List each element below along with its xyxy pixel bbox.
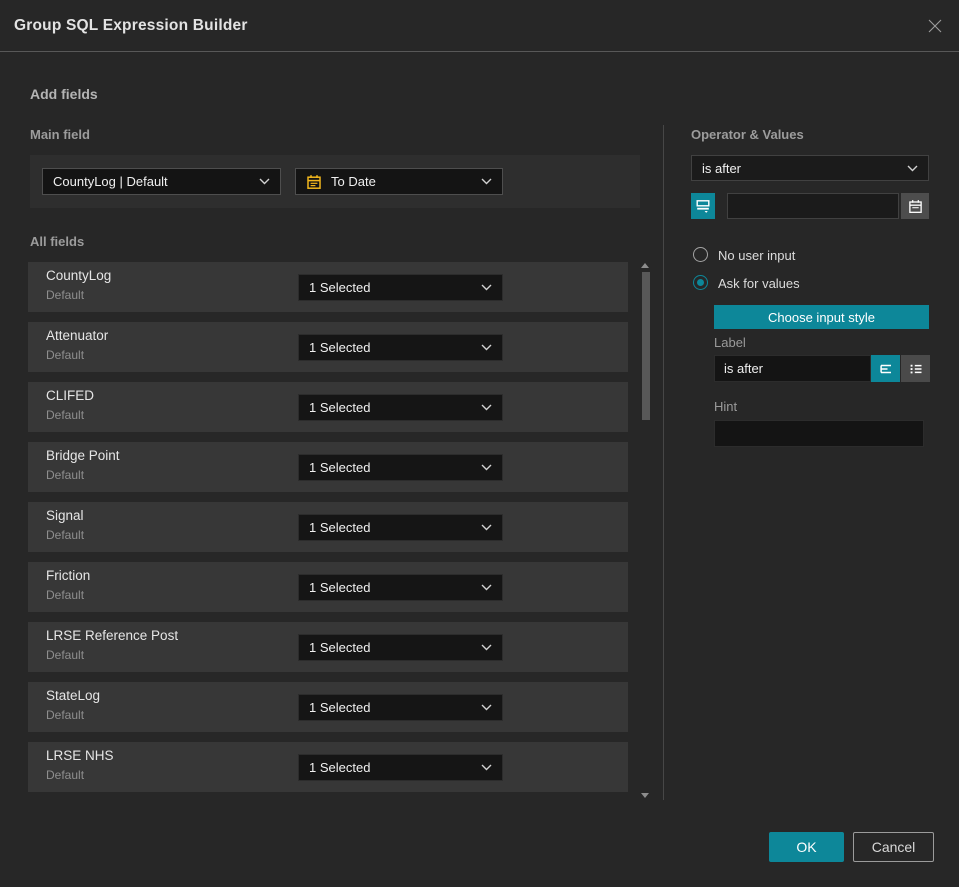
main-field-heading: Main field xyxy=(30,127,90,142)
date-field-select[interactable]: To Date xyxy=(295,168,503,195)
field-subtitle: Default xyxy=(46,288,85,302)
field-row: Attenuator Default 1 Selected xyxy=(28,322,628,372)
field-selected-value: 1 Selected xyxy=(309,460,371,475)
field-selected-select[interactable]: 1 Selected xyxy=(298,754,503,781)
dialog-title: Group SQL Expression Builder xyxy=(14,16,248,34)
field-name: LRSE NHS xyxy=(46,748,114,763)
field-name: LRSE Reference Post xyxy=(46,628,179,643)
calendar-icon xyxy=(908,199,922,213)
chevron-down-icon xyxy=(907,165,918,171)
field-subtitle: Default xyxy=(46,348,85,362)
ask-for-values-label[interactable]: Ask for values xyxy=(718,276,800,291)
field-selected-select[interactable]: 1 Selected xyxy=(298,274,503,301)
no-user-input-label[interactable]: No user input xyxy=(718,248,795,263)
main-field-panel: CountyLog | Default To Date xyxy=(30,155,640,208)
field-row: Signal Default 1 Selected xyxy=(28,502,628,552)
field-name: StateLog xyxy=(46,688,101,703)
field-name: Bridge Point xyxy=(46,448,120,463)
operator-select[interactable]: is after xyxy=(691,155,929,181)
chevron-down-icon xyxy=(481,404,492,411)
field-selected-value: 1 Selected xyxy=(309,760,371,775)
chevron-down-icon xyxy=(481,344,492,351)
scrollbar-thumb[interactable] xyxy=(642,272,650,420)
list-style-button[interactable] xyxy=(901,355,930,382)
chevron-down-icon xyxy=(481,704,492,711)
field-selected-select[interactable]: 1 Selected xyxy=(298,574,503,601)
add-fields-heading: Add fields xyxy=(30,86,98,102)
field-subtitle: Default xyxy=(46,468,85,482)
field-name: Signal xyxy=(46,508,84,523)
field-subtitle: Default xyxy=(46,588,85,602)
field-selected-value: 1 Selected xyxy=(309,400,371,415)
main-field-select-value: CountyLog | Default xyxy=(53,174,168,189)
chevron-down-icon xyxy=(481,584,492,591)
field-row: Bridge Point Default 1 Selected xyxy=(28,442,628,492)
scrollbar-up-arrow[interactable] xyxy=(641,263,649,268)
chevron-down-icon xyxy=(259,178,270,185)
field-selected-value: 1 Selected xyxy=(309,520,371,535)
hint-input[interactable] xyxy=(714,420,924,447)
chevron-down-icon xyxy=(481,764,492,771)
chevron-down-icon xyxy=(481,464,492,471)
field-selected-value: 1 Selected xyxy=(309,340,371,355)
field-selected-value: 1 Selected xyxy=(309,580,371,595)
close-icon xyxy=(928,19,942,33)
field-name: Friction xyxy=(46,568,91,583)
field-name: CountyLog xyxy=(46,268,112,283)
hint-heading: Hint xyxy=(714,399,738,414)
choose-input-style-button[interactable]: Choose input style xyxy=(714,305,929,329)
field-selected-value: 1 Selected xyxy=(309,640,371,655)
align-left-icon xyxy=(879,364,891,373)
field-selected-select[interactable]: 1 Selected xyxy=(298,694,503,721)
chevron-down-icon xyxy=(481,284,492,291)
all-fields-heading: All fields xyxy=(30,234,85,249)
date-field-select-value: To Date xyxy=(331,174,376,189)
panel-divider xyxy=(663,125,664,800)
group-sql-expression-builder-dialog: Group SQL Expression Builder Add fields … xyxy=(0,0,959,887)
unique-values-button[interactable] xyxy=(691,193,715,219)
field-subtitle: Default xyxy=(46,648,85,662)
operator-select-value: is after xyxy=(702,160,742,176)
field-selected-select[interactable]: 1 Selected xyxy=(298,514,503,541)
all-fields-list: CountyLog Default 1 Selected Attenuator … xyxy=(28,262,628,802)
field-row: LRSE Reference Post Default 1 Selected xyxy=(28,622,628,672)
value-input[interactable] xyxy=(727,193,899,219)
field-row: CountyLog Default 1 Selected xyxy=(28,262,628,312)
titlebar: Group SQL Expression Builder xyxy=(0,0,959,52)
ok-button[interactable]: OK xyxy=(769,832,844,862)
list-icon xyxy=(910,364,921,373)
date-picker-button[interactable] xyxy=(901,193,929,219)
label-input[interactable] xyxy=(714,355,871,382)
label-heading: Label xyxy=(714,335,746,350)
chevron-down-icon xyxy=(481,524,492,531)
field-selected-select[interactable]: 1 Selected xyxy=(298,454,503,481)
ask-for-values-radio[interactable] xyxy=(693,275,708,290)
field-selected-select[interactable]: 1 Selected xyxy=(298,394,503,421)
field-selected-value: 1 Selected xyxy=(309,700,371,715)
cancel-button[interactable]: Cancel xyxy=(853,832,934,862)
close-button[interactable] xyxy=(923,14,947,38)
field-subtitle: Default xyxy=(46,408,85,422)
field-subtitle: Default xyxy=(46,708,85,722)
field-name: Attenuator xyxy=(46,328,109,343)
field-row: StateLog Default 1 Selected xyxy=(28,682,628,732)
chevron-down-icon xyxy=(481,644,492,651)
field-subtitle: Default xyxy=(46,528,85,542)
field-selected-value: 1 Selected xyxy=(309,280,371,295)
operator-values-heading: Operator & Values xyxy=(691,127,804,142)
no-user-input-radio[interactable] xyxy=(693,247,708,262)
field-row: CLIFED Default 1 Selected xyxy=(28,382,628,432)
field-row: LRSE NHS Default 1 Selected xyxy=(28,742,628,792)
field-selected-select[interactable]: 1 Selected xyxy=(298,334,503,361)
field-subtitle: Default xyxy=(46,768,85,782)
main-field-select[interactable]: CountyLog | Default xyxy=(42,168,281,195)
field-row: Friction Default 1 Selected xyxy=(28,562,628,612)
single-line-style-button[interactable] xyxy=(871,355,900,382)
field-selected-select[interactable]: 1 Selected xyxy=(298,634,503,661)
calendar-icon xyxy=(307,174,321,189)
scrollbar-down-arrow[interactable] xyxy=(641,793,649,798)
chevron-down-icon xyxy=(481,178,492,185)
unique-values-icon xyxy=(696,200,710,213)
field-name: CLIFED xyxy=(46,388,95,403)
